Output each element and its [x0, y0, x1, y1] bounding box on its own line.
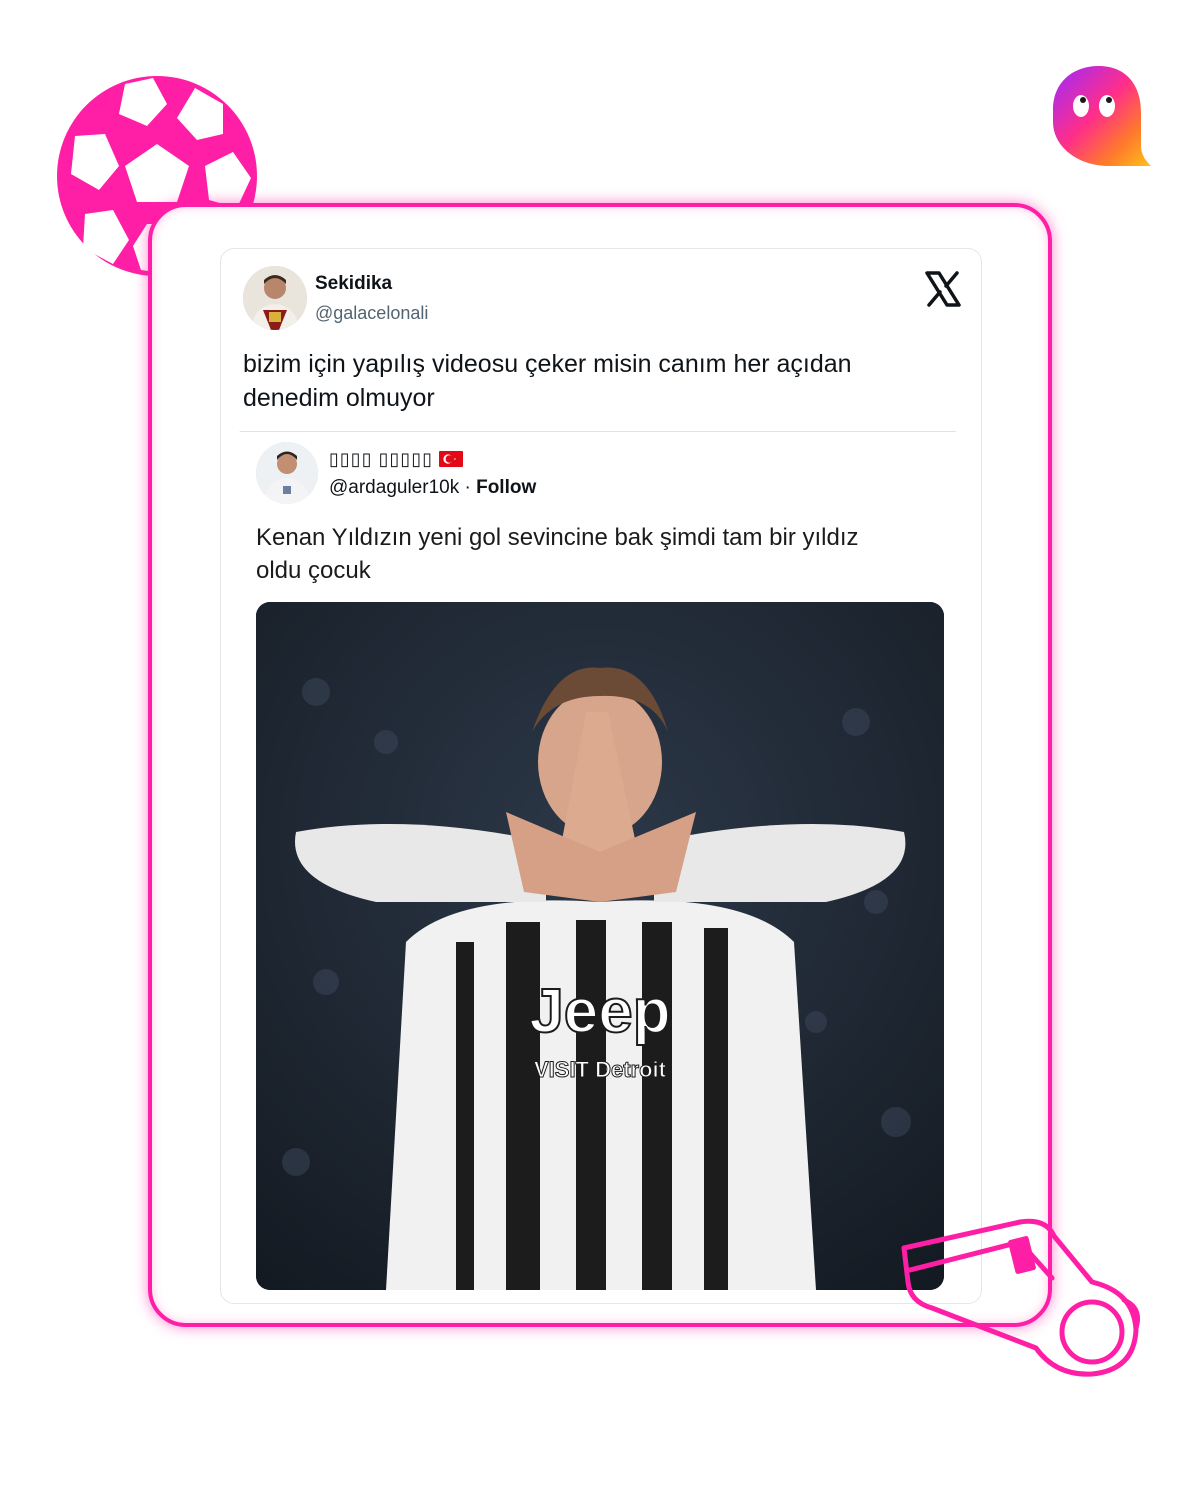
quoted-tweet-text: Kenan Yıldızın yeni gol sevincine bak şi…: [256, 524, 859, 584]
quoted-author-line: @ardaguler10k · Follow: [329, 477, 536, 499]
turkey-flag-icon: [439, 451, 464, 467]
quoted-tweet-border: [239, 431, 957, 433]
jersey-subtext: VISIT Detroit: [534, 1057, 667, 1082]
x-logo-icon[interactable]: [923, 269, 963, 309]
follow-button[interactable]: Follow: [476, 477, 536, 498]
ghost-logo-icon: [1053, 66, 1151, 166]
author-name[interactable]: Sekidika: [315, 273, 392, 295]
quoted-author-avatar[interactable]: [256, 442, 318, 504]
player-celebration-image: Jeep VISIT Detroit: [256, 602, 944, 1290]
tweet-card[interactable]: Sekidika @galacelonali bizim için yapılı…: [220, 248, 982, 1304]
quoted-tweet-photo[interactable]: Jeep VISIT Detroit: [256, 602, 944, 1290]
jersey-sponsor-text: Jeep: [529, 977, 670, 1046]
tweet-text: bizim için yapılış videosu çeker misin c…: [243, 350, 852, 412]
quoted-author-name-text[interactable]: ▯▯▯▯ ▯▯▯▯▯: [329, 449, 433, 469]
whistle-icon: [901, 1218, 1140, 1377]
handle-separator: ·: [459, 477, 477, 498]
author-handle[interactable]: @galacelonali: [315, 303, 428, 324]
quoted-author-name[interactable]: ▯▯▯▯ ▯▯▯▯▯: [329, 449, 464, 470]
quoted-author-handle[interactable]: @ardaguler10k: [329, 477, 459, 498]
author-avatar[interactable]: [243, 266, 307, 330]
